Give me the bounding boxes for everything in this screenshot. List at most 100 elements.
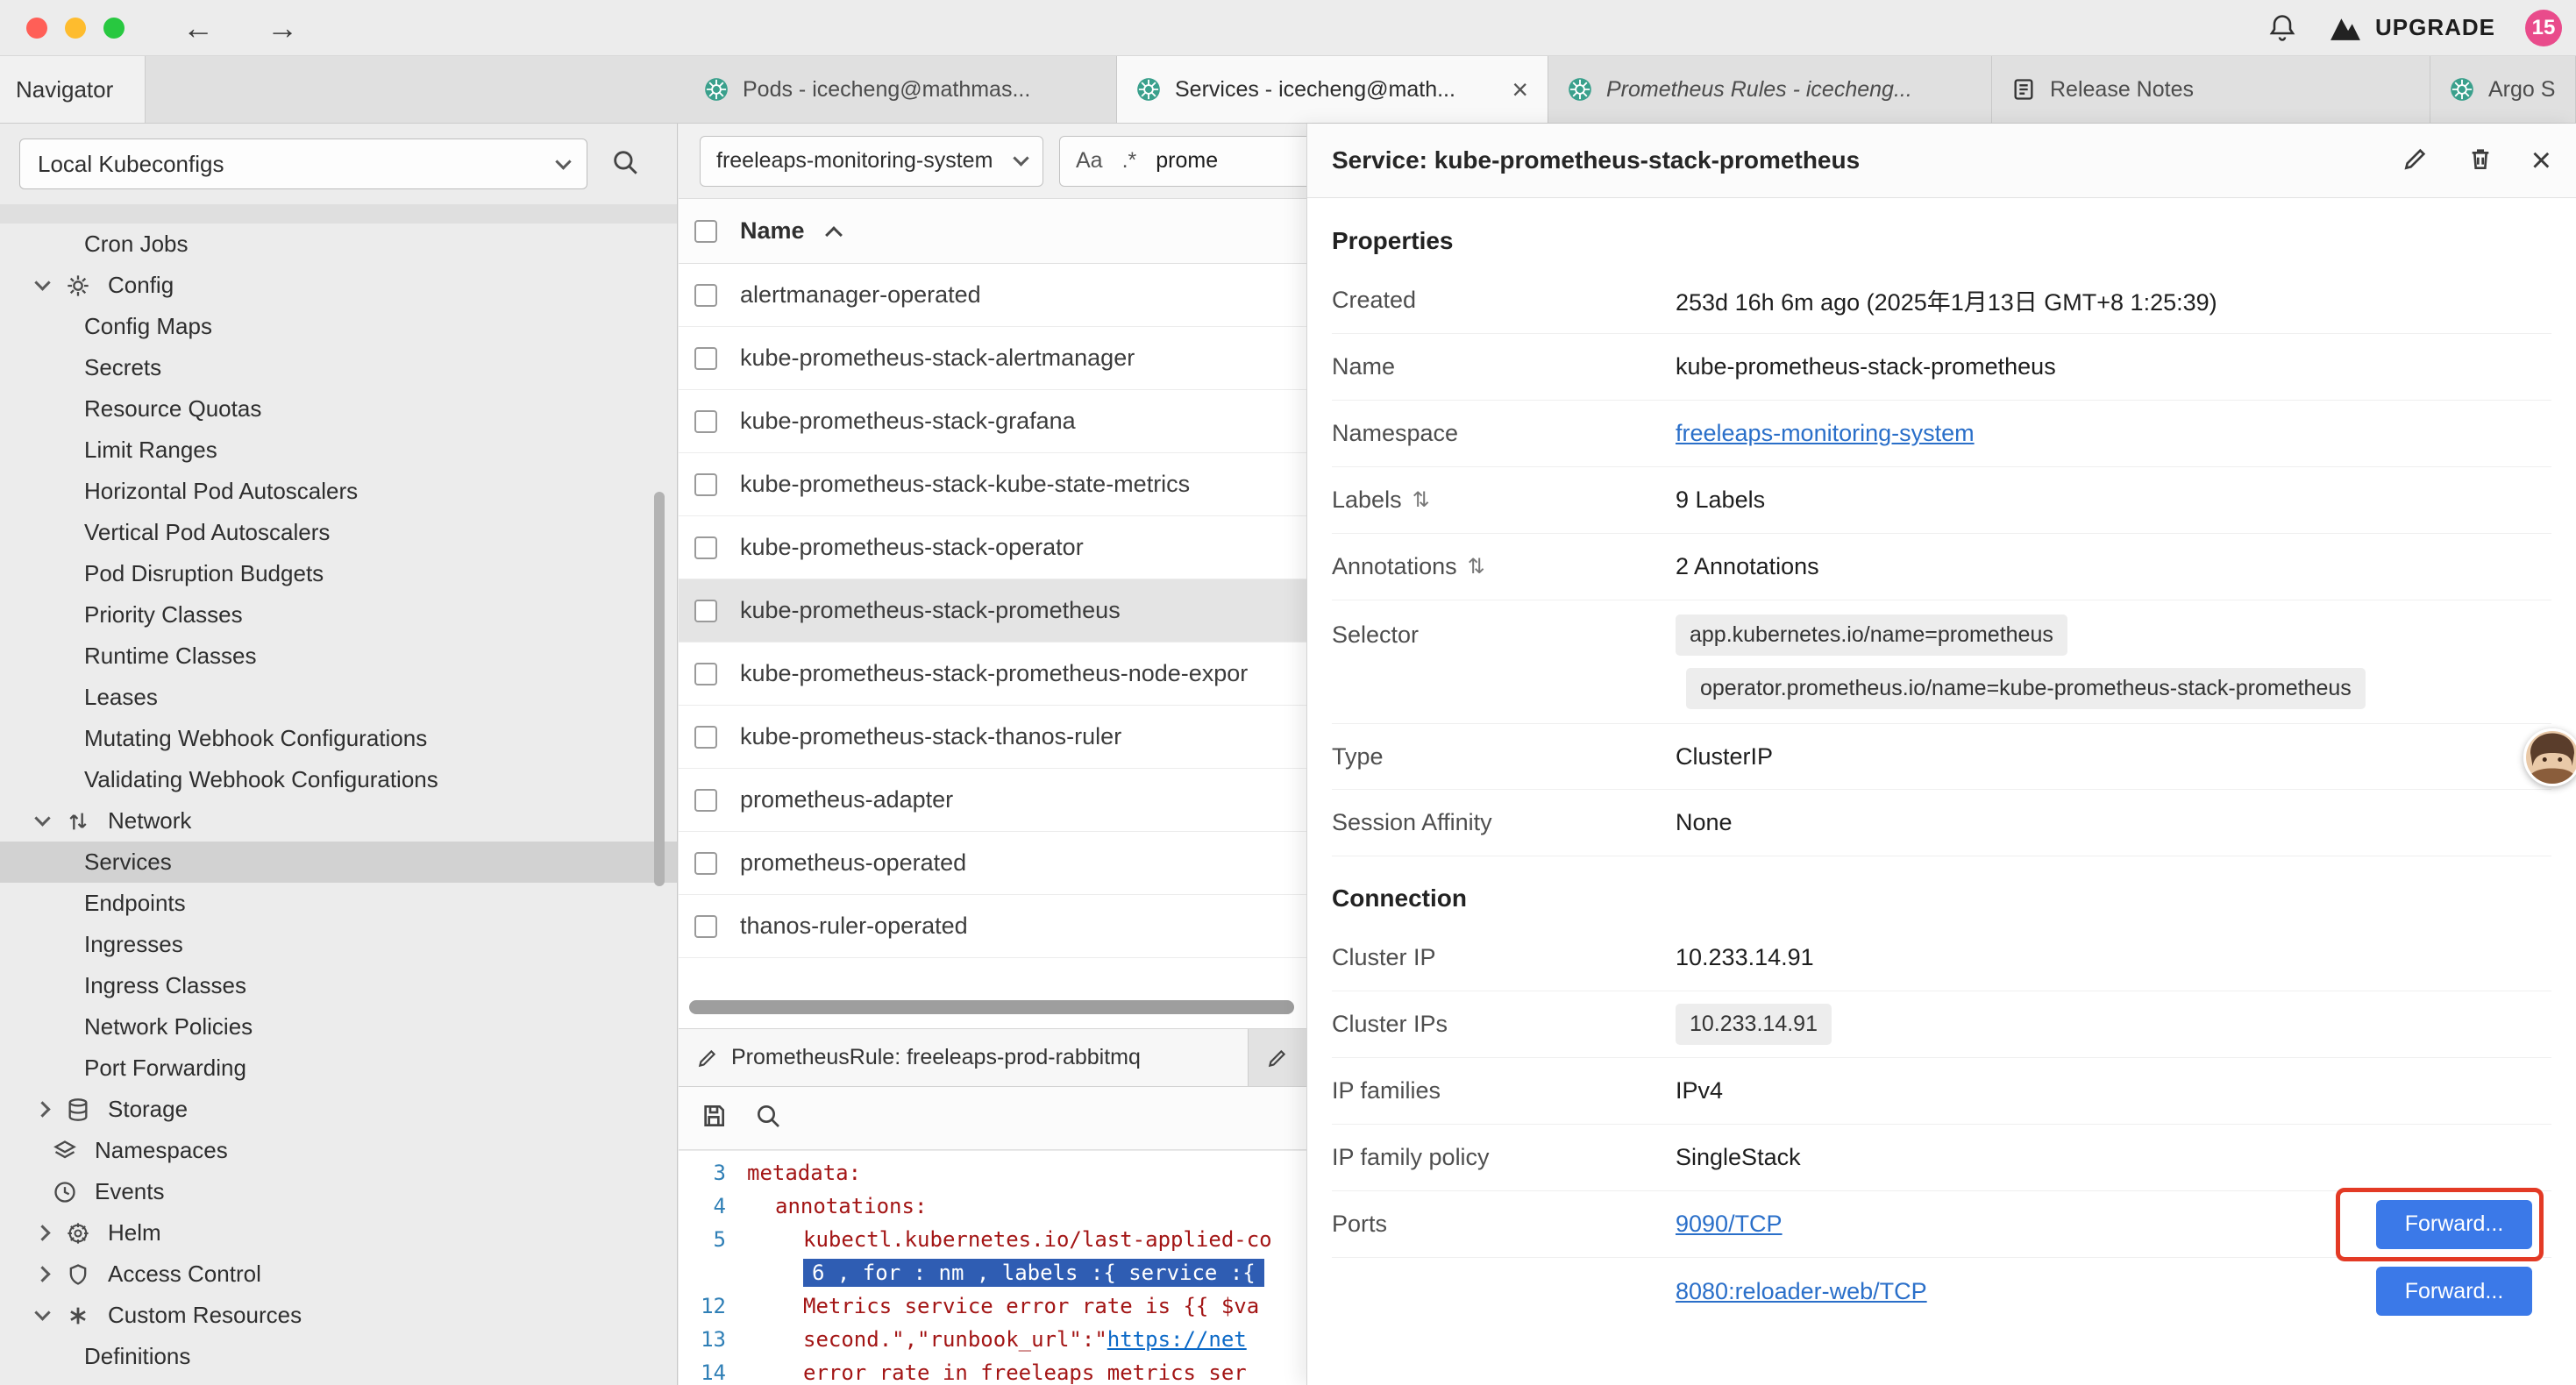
- sidebar-item-ingresses[interactable]: Ingresses: [0, 924, 677, 965]
- tab-services[interactable]: Services - icecheng@math... ×: [1117, 56, 1548, 123]
- sidebar-item-pod-disruption-budgets[interactable]: Pod Disruption Budgets: [0, 553, 677, 594]
- port-link-9090[interactable]: 9090/TCP: [1676, 1211, 1783, 1238]
- sidebar-item-events[interactable]: Events: [0, 1171, 677, 1212]
- maximize-window-button[interactable]: [103, 18, 125, 39]
- table-row[interactable]: thanos-ruler-operated: [679, 895, 1306, 958]
- sidebar-item-namespaces[interactable]: Namespaces: [0, 1130, 677, 1171]
- sidebar-item-priority-classes[interactable]: Priority Classes: [0, 594, 677, 636]
- edit-button[interactable]: [2402, 145, 2430, 177]
- namespace-filter-select[interactable]: freeleaps-monitoring-system: [700, 136, 1043, 187]
- sidebar-item-horizontal-pod-autoscalers[interactable]: Horizontal Pod Autoscalers: [0, 471, 677, 512]
- sidebar-item-validating-webhook-configurations[interactable]: Validating Webhook Configurations: [0, 759, 677, 800]
- kubeconfig-selector[interactable]: Local Kubeconfigs: [19, 138, 587, 189]
- row-checkbox[interactable]: [694, 347, 717, 370]
- yaml-editor[interactable]: 3metadata: 4annotations: 5kubectl.kubern…: [679, 1151, 1306, 1385]
- sidebar-item-vertical-pod-autoscalers[interactable]: Vertical Pod Autoscalers: [0, 512, 677, 553]
- table-row[interactable]: kube-prometheus-stack-kube-state-metrics: [679, 453, 1306, 516]
- upgrade-button[interactable]: UPGRADE: [2328, 14, 2495, 42]
- tab-release-notes[interactable]: Release Notes: [1992, 56, 2430, 123]
- row-checkbox[interactable]: [694, 473, 717, 496]
- sidebar-item-access-control[interactable]: Access Control: [0, 1254, 677, 1295]
- sidebar-item-resource-quotas[interactable]: Resource Quotas: [0, 388, 677, 430]
- editor-line: 3metadata:: [679, 1156, 1306, 1190]
- table-row-selected[interactable]: kube-prometheus-stack-prometheus: [679, 579, 1306, 643]
- row-checkbox[interactable]: [694, 852, 717, 875]
- sidebar-item-label: Secrets: [84, 354, 161, 381]
- horizontal-scrollbar[interactable]: [689, 1000, 1294, 1014]
- table-row[interactable]: alertmanager-operated: [679, 264, 1306, 327]
- code-text: Metrics service error rate is {{ $va: [747, 1294, 1259, 1318]
- table-row[interactable]: kube-prometheus-stack-prometheus-node-ex…: [679, 643, 1306, 706]
- close-tab-icon[interactable]: ×: [1512, 75, 1528, 103]
- expand-toggle-icon[interactable]: ⇅: [1413, 487, 1430, 513]
- regex-toggle[interactable]: .*: [1122, 148, 1137, 174]
- editor-search-icon[interactable]: [754, 1102, 782, 1134]
- sidebar-item-port-forwarding[interactable]: Port Forwarding: [0, 1048, 677, 1089]
- property-value: 2 Annotations: [1676, 553, 1819, 580]
- match-case-toggle[interactable]: Aa: [1076, 148, 1103, 174]
- sidebar-item-custom-resources[interactable]: Custom Resources: [0, 1295, 677, 1336]
- sidebar-item-services[interactable]: Services: [0, 842, 677, 883]
- table-row[interactable]: kube-prometheus-stack-alertmanager: [679, 327, 1306, 390]
- sidebar-scrollbar[interactable]: [654, 492, 665, 886]
- row-checkbox[interactable]: [694, 536, 717, 559]
- sidebar-item-config-maps[interactable]: Config Maps: [0, 306, 677, 347]
- table-row[interactable]: prometheus-adapter: [679, 769, 1306, 832]
- sidebar-item-helm[interactable]: Helm: [0, 1212, 677, 1254]
- sort-ascending-icon[interactable]: [825, 226, 843, 244]
- tab-prometheus-rules[interactable]: Prometheus Rules - icecheng...: [1548, 56, 1992, 123]
- forward-button[interactable]: →: [267, 10, 298, 46]
- namespace-link[interactable]: freeleaps-monitoring-system: [1676, 420, 1975, 447]
- minimize-window-button[interactable]: [65, 18, 86, 39]
- sidebar-item-cron-jobs[interactable]: Cron Jobs: [0, 224, 677, 265]
- service-name: kube-prometheus-stack-grafana: [740, 408, 1076, 435]
- sidebar-item-mutating-webhook-configurations[interactable]: Mutating Webhook Configurations: [0, 718, 677, 759]
- notifications-bell-icon[interactable]: [2266, 12, 2298, 44]
- user-avatar[interactable]: [2523, 728, 2576, 786]
- close-window-button[interactable]: [26, 18, 47, 39]
- sidebar-item-network-policies[interactable]: Network Policies: [0, 1006, 677, 1048]
- forward-port-button[interactable]: Forward...: [2376, 1267, 2532, 1316]
- sidebar-item-leases[interactable]: Leases: [0, 677, 677, 718]
- dock-tab-partial[interactable]: [1249, 1029, 1306, 1086]
- table-row[interactable]: kube-prometheus-stack-operator: [679, 516, 1306, 579]
- row-checkbox[interactable]: [694, 410, 717, 433]
- table-row[interactable]: prometheus-operated: [679, 832, 1306, 895]
- list-search-input[interactable]: Aa .* prome: [1059, 136, 1306, 187]
- select-all-checkbox[interactable]: [694, 220, 717, 243]
- save-icon[interactable]: [700, 1102, 728, 1134]
- sidebar-item-endpoints[interactable]: Endpoints: [0, 883, 677, 924]
- property-label: Labels: [1332, 487, 1402, 514]
- navigator-tab[interactable]: Navigator: [0, 56, 146, 123]
- service-name: prometheus-operated: [740, 849, 966, 877]
- notification-badge[interactable]: 15: [2525, 10, 2562, 46]
- dock-tab-prometheusrule[interactable]: PrometheusRule: freeleaps-prod-rabbitmq: [679, 1029, 1249, 1086]
- sidebar-item-runtime-classes[interactable]: Runtime Classes: [0, 636, 677, 677]
- row-checkbox[interactable]: [694, 600, 717, 622]
- sidebar-item-secrets[interactable]: Secrets: [0, 347, 677, 388]
- table-row[interactable]: kube-prometheus-stack-grafana: [679, 390, 1306, 453]
- sidebar-item-ingress-classes[interactable]: Ingress Classes: [0, 965, 677, 1006]
- expand-toggle-icon[interactable]: ⇅: [1468, 554, 1485, 579]
- table-row[interactable]: kube-prometheus-stack-thanos-ruler: [679, 706, 1306, 769]
- row-checkbox[interactable]: [694, 663, 717, 685]
- tab-argo[interactable]: Argo S: [2430, 56, 2576, 123]
- sidebar-item-network[interactable]: Network: [0, 800, 677, 842]
- sidebar-item-definitions[interactable]: Definitions: [0, 1336, 677, 1377]
- back-button[interactable]: ←: [182, 10, 214, 46]
- row-checkbox[interactable]: [694, 726, 717, 749]
- port-link-8080[interactable]: 8080:reloader-web/TCP: [1676, 1278, 1927, 1305]
- row-checkbox[interactable]: [694, 789, 717, 812]
- url-link[interactable]: https://net: [1107, 1327, 1247, 1352]
- row-checkbox[interactable]: [694, 915, 717, 938]
- row-checkbox[interactable]: [694, 284, 717, 307]
- kubernetes-icon: [2450, 77, 2474, 102]
- tab-pods[interactable]: Pods - icecheng@mathmas...: [685, 56, 1117, 123]
- delete-button[interactable]: [2466, 145, 2494, 177]
- sidebar-item-storage[interactable]: Storage: [0, 1089, 677, 1130]
- forward-port-button[interactable]: Forward...: [2376, 1200, 2532, 1249]
- sidebar-item-config[interactable]: Config: [0, 265, 677, 306]
- close-panel-button[interactable]: ×: [2531, 143, 2551, 178]
- sidebar-search-icon[interactable]: [610, 147, 640, 181]
- sidebar-item-limit-ranges[interactable]: Limit Ranges: [0, 430, 677, 471]
